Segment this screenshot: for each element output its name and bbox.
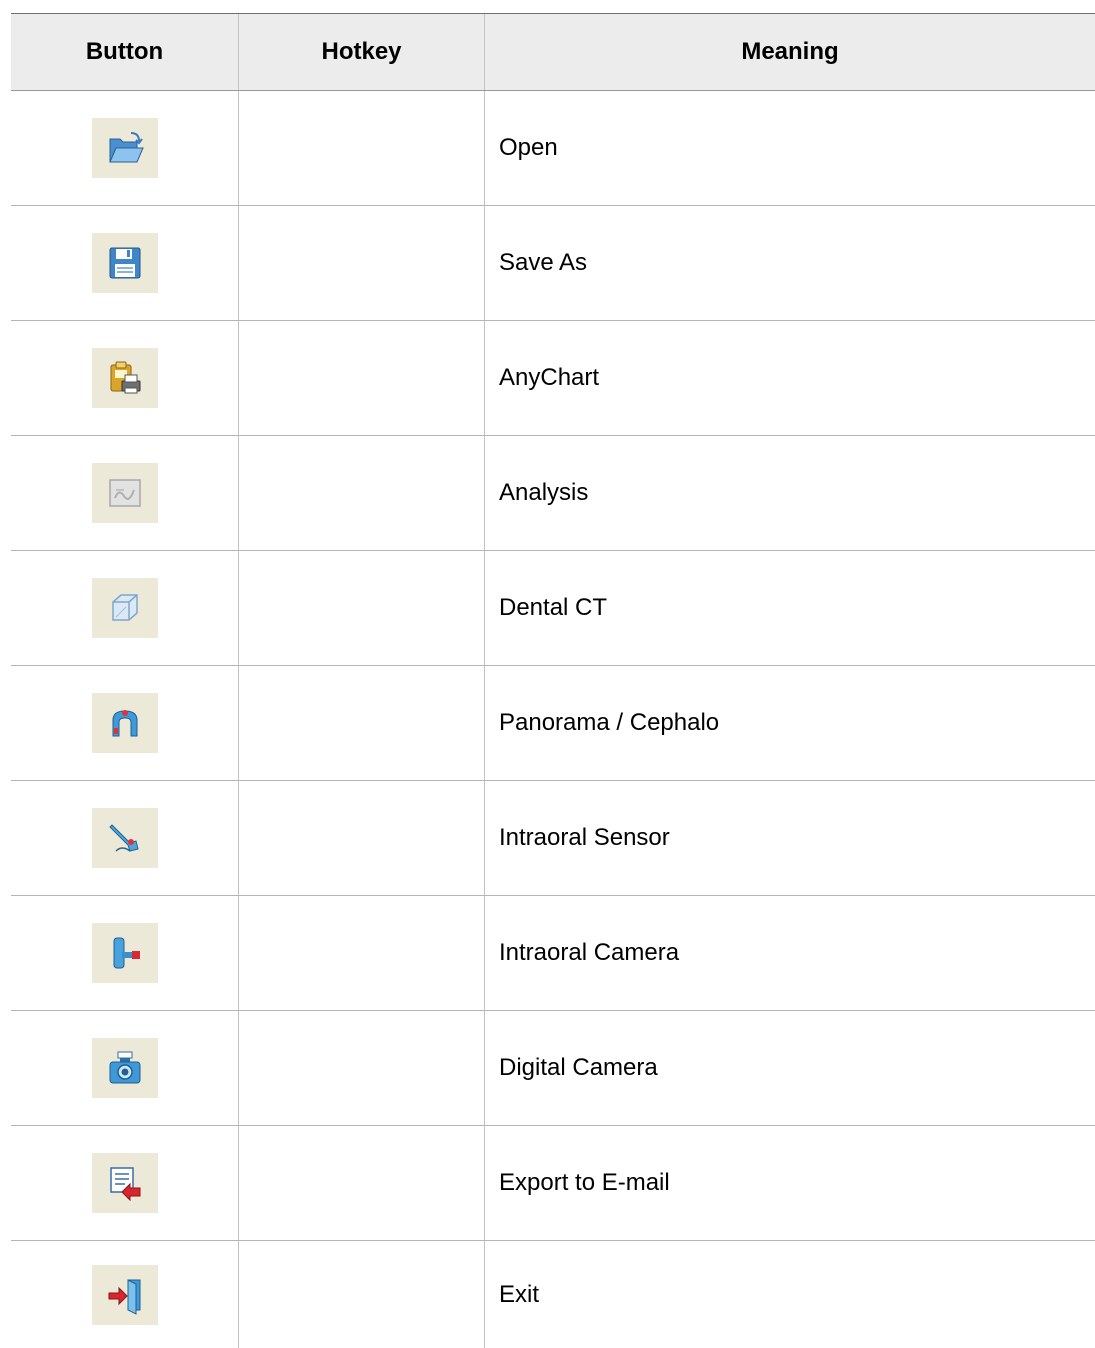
table-row: AnyChart (11, 321, 1095, 436)
panorama-device-icon (91, 693, 158, 753)
meaning-cell: Export to E-mail (484, 1126, 1095, 1240)
analysis-icon (91, 463, 158, 523)
table-row: Open (11, 91, 1095, 206)
export-email-icon (91, 1153, 158, 1213)
table-row: Digital Camera (11, 1011, 1095, 1126)
hotkey-cell (238, 666, 484, 780)
button-reference-table: Button Hotkey Meaning Open Save As AnyCh… (11, 13, 1095, 1348)
table-row: Save As (11, 206, 1095, 321)
exit-door-icon (91, 1264, 158, 1325)
table-row: Analysis (11, 436, 1095, 551)
hotkey-cell (238, 896, 484, 1010)
hotkey-cell (238, 1126, 484, 1240)
open-folder-icon (91, 118, 158, 178)
hotkey-cell (238, 1011, 484, 1125)
table-row: Intraoral Sensor (11, 781, 1095, 896)
hotkey-cell (238, 321, 484, 435)
meaning-cell: AnyChart (484, 321, 1095, 435)
floppy-disk-icon (91, 233, 158, 293)
table-row: Panorama / Cephalo (11, 666, 1095, 781)
header-hotkey: Hotkey (238, 14, 484, 90)
digital-camera-icon (91, 1038, 158, 1098)
meaning-cell: Save As (484, 206, 1095, 320)
table-header: Button Hotkey Meaning (11, 14, 1095, 91)
meaning-cell: Exit (484, 1241, 1095, 1348)
hotkey-cell (238, 551, 484, 665)
meaning-cell: Dental CT (484, 551, 1095, 665)
table-row: Intraoral Camera (11, 896, 1095, 1011)
header-button: Button (85, 38, 164, 65)
header-meaning: Meaning (484, 14, 1095, 90)
table-row: Export to E-mail (11, 1126, 1095, 1241)
meaning-cell: Intraoral Sensor (484, 781, 1095, 895)
meaning-cell: Open (484, 91, 1095, 205)
cube-icon (91, 578, 158, 638)
meaning-cell: Digital Camera (484, 1011, 1095, 1125)
intraoral-sensor-icon (91, 808, 158, 868)
meaning-cell: Intraoral Camera (484, 896, 1095, 1010)
hotkey-cell (238, 206, 484, 320)
table-row: Dental CT (11, 551, 1095, 666)
hotkey-cell (238, 1241, 484, 1348)
meaning-cell: Panorama / Cephalo (484, 666, 1095, 780)
meaning-cell: Analysis (484, 436, 1095, 550)
hotkey-cell (238, 91, 484, 205)
clipboard-printer-icon (91, 348, 158, 408)
hotkey-cell (238, 781, 484, 895)
table-row: Exit (11, 1241, 1095, 1348)
hotkey-cell (238, 436, 484, 550)
intraoral-camera-icon (91, 923, 158, 983)
